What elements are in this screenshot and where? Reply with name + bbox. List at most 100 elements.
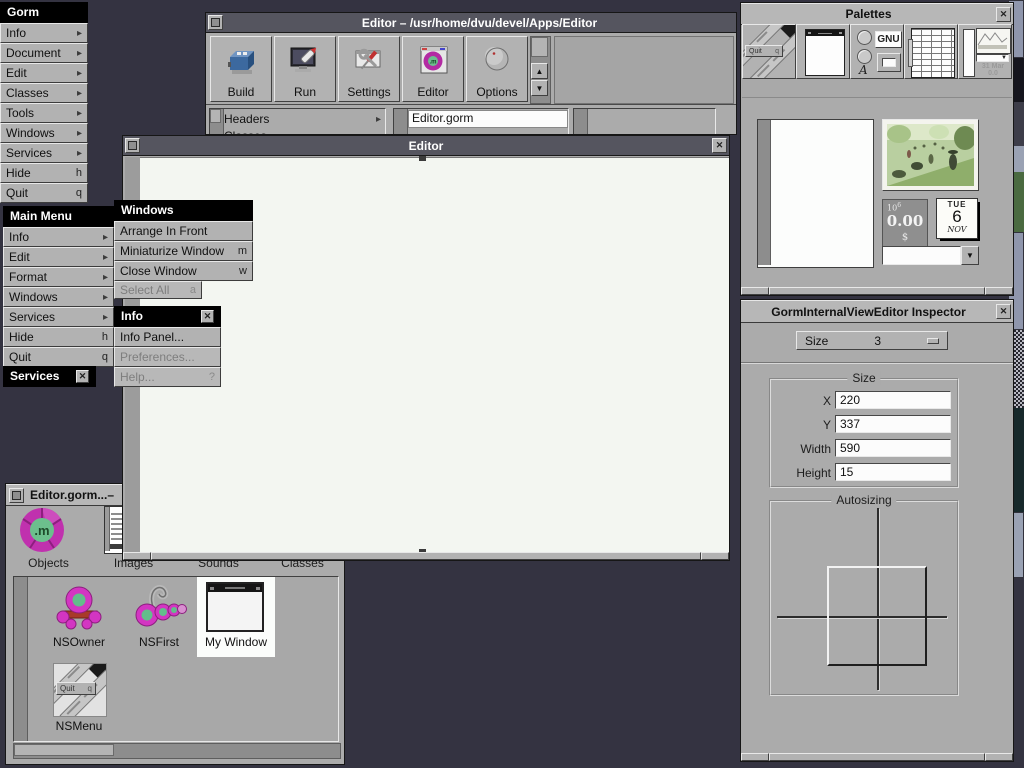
combo-button[interactable]: ▼ bbox=[961, 246, 979, 265]
project-toolbar: Build Run bbox=[206, 33, 736, 106]
browser-col1-scrollbar[interactable] bbox=[210, 109, 224, 134]
close-button[interactable]: ✕ bbox=[76, 370, 89, 383]
miniaturize-button[interactable] bbox=[208, 15, 223, 30]
gorm-menu-title[interactable]: Gorm bbox=[0, 2, 88, 23]
services-panel-title[interactable]: Services ✕ bbox=[3, 366, 96, 387]
close-button[interactable]: ✕ bbox=[996, 304, 1011, 319]
autosizing-group: Autosizing bbox=[769, 500, 959, 696]
combo-box[interactable]: ▼ bbox=[882, 246, 979, 265]
objects-vscrollbar[interactable] bbox=[14, 577, 28, 741]
main-menu-title[interactable]: Main Menu bbox=[3, 206, 114, 227]
height-field[interactable]: 15 bbox=[835, 463, 951, 481]
palette-textview[interactable] bbox=[757, 119, 874, 268]
menu-item-help[interactable]: Help...? bbox=[114, 367, 221, 387]
windows-palette-button[interactable] bbox=[796, 24, 850, 79]
miniaturize-button[interactable] bbox=[125, 138, 140, 153]
currency-cell[interactable]: 106 0.00 $ bbox=[882, 199, 928, 247]
palette-picture-frame[interactable] bbox=[882, 119, 979, 191]
run-label: Run bbox=[294, 85, 316, 99]
menu-item-services[interactable]: Services▸ bbox=[0, 143, 88, 163]
miniaturize-button[interactable] bbox=[9, 488, 24, 503]
x-field[interactable]: 220 bbox=[835, 391, 951, 409]
resize-bar[interactable] bbox=[741, 287, 1013, 295]
menu-item-close-window[interactable]: Close Windoww bbox=[114, 261, 253, 281]
canvas-titlebar[interactable]: Editor ✕ bbox=[123, 136, 729, 156]
menu-item-quit[interactable]: Quitq bbox=[0, 183, 88, 203]
palettes-titlebar[interactable]: Palettes ✕ bbox=[741, 3, 1013, 25]
combo-field[interactable] bbox=[882, 246, 961, 265]
resize-bar[interactable] bbox=[123, 552, 729, 560]
browser-row-headers[interactable]: Headers ▸ bbox=[224, 110, 384, 128]
menu-item-format[interactable]: Format▸ bbox=[3, 267, 114, 287]
menu-item-select-all[interactable]: Select Alla bbox=[114, 281, 202, 299]
submenu-arrow-icon: ▸ bbox=[103, 312, 108, 323]
submenu-arrow-icon: ▸ bbox=[77, 108, 82, 119]
selection-handle[interactable] bbox=[419, 156, 426, 161]
menu-item-info[interactable]: Info▸ bbox=[3, 227, 114, 247]
browser-row-classes[interactable]: Classes bbox=[224, 129, 384, 134]
menu-item-preferences[interactable]: Preferences... bbox=[114, 347, 221, 367]
menu-item-services[interactable]: Services▸ bbox=[3, 307, 114, 327]
browser-row-editor-gorm[interactable]: Editor.gorm bbox=[408, 110, 568, 128]
options-button[interactable]: Options bbox=[466, 36, 528, 102]
submenu-arrow-icon: ▸ bbox=[77, 148, 82, 159]
miniaturize-icon bbox=[12, 491, 21, 500]
autosizing-group-title: Autosizing bbox=[831, 493, 896, 507]
scrollbar-thumb[interactable] bbox=[531, 37, 548, 57]
scroll-down-button[interactable]: ▼ bbox=[531, 80, 548, 96]
object-nsfirst[interactable]: NSFirst bbox=[116, 581, 202, 655]
seurat-painting bbox=[887, 124, 974, 186]
tab-objects[interactable]: .m Objects bbox=[6, 504, 91, 574]
canvas-window-title: Editor bbox=[140, 139, 712, 153]
inspector-titlebar[interactable]: GormInternalViewEditor Inspector ✕ bbox=[741, 300, 1013, 323]
project-titlebar[interactable]: Editor – /usr/home/dvu/devel/Apps/Editor bbox=[206, 13, 736, 33]
menu-item-arrange-in-front[interactable]: Arrange In Front bbox=[114, 221, 253, 241]
window-palette-icon bbox=[805, 29, 845, 76]
inspector-popup[interactable]: Size 3 bbox=[796, 331, 948, 350]
menu-item-info-panel[interactable]: Info Panel... bbox=[114, 327, 221, 347]
close-button[interactable]: ✕ bbox=[712, 138, 727, 153]
menu-item-tools[interactable]: Tools▸ bbox=[0, 103, 88, 123]
build-button[interactable]: Build bbox=[210, 36, 272, 102]
browser-col3-scrollbar[interactable] bbox=[574, 109, 588, 134]
editor-button[interactable]: .m Editor bbox=[402, 36, 464, 102]
misc-palette-button[interactable]: ▼ 31 Mar 0.0 bbox=[958, 24, 1012, 79]
run-button[interactable]: Run bbox=[274, 36, 336, 102]
info-submenu-title[interactable]: Info ✕ bbox=[114, 306, 221, 327]
menu-item-edit[interactable]: Edit▸ bbox=[3, 247, 114, 267]
menu-item-edit[interactable]: Edit▸ bbox=[0, 63, 88, 83]
y-field[interactable]: 337 bbox=[835, 415, 951, 433]
menu-item-windows[interactable]: Windows▸ bbox=[0, 123, 88, 143]
menu-item-document[interactable]: Document▸ bbox=[0, 43, 88, 63]
autosizing-subview-box[interactable] bbox=[827, 566, 927, 666]
calendar-cell[interactable]: TUE 6 NOV bbox=[936, 198, 982, 242]
toolbar-scrollbar[interactable]: ▲ ▼ bbox=[530, 36, 551, 104]
menu-item-hide[interactable]: Hideh bbox=[3, 327, 114, 347]
object-nsowner[interactable]: NSOwner bbox=[36, 581, 122, 655]
object-nsmenu[interactable]: Quit q NSMenu bbox=[36, 661, 122, 735]
menu-item-quit[interactable]: Quitq bbox=[3, 347, 114, 367]
settings-button[interactable]: Settings bbox=[338, 36, 400, 102]
data-palette-button[interactable] bbox=[904, 24, 958, 79]
width-field[interactable]: 590 bbox=[835, 439, 951, 457]
browser-col2-scrollbar[interactable] bbox=[394, 109, 408, 134]
scroll-up-button[interactable]: ▲ bbox=[531, 63, 548, 79]
branch-arrow-icon: ▸ bbox=[376, 114, 381, 125]
menu-item-windows[interactable]: Windows▸ bbox=[3, 287, 114, 307]
objects-hscrollbar[interactable] bbox=[13, 743, 341, 759]
menu-item-info[interactable]: Info▸ bbox=[0, 23, 88, 43]
project-browser: Headers ▸ Classes Editor.gorm bbox=[206, 107, 736, 134]
menus-palette-button[interactable]: Quit q bbox=[742, 24, 796, 79]
close-button[interactable]: ✕ bbox=[996, 7, 1011, 22]
textview-scrollbar[interactable] bbox=[758, 120, 771, 265]
menu-item-miniaturize-window[interactable]: Miniaturize Windowm bbox=[114, 241, 253, 261]
object-my-window[interactable]: My Window bbox=[197, 577, 275, 657]
menu-item-classes[interactable]: Classes▸ bbox=[0, 83, 88, 103]
resize-bar[interactable] bbox=[741, 753, 1013, 761]
controls-palette-button[interactable]: GNU A bbox=[850, 24, 904, 79]
windows-submenu-title[interactable]: Windows bbox=[114, 200, 253, 221]
close-button[interactable]: ✕ bbox=[201, 310, 214, 323]
gnu-button-icon: GNU bbox=[875, 31, 902, 48]
toolbar-divider bbox=[206, 104, 736, 105]
menu-item-hide[interactable]: Hideh bbox=[0, 163, 88, 183]
